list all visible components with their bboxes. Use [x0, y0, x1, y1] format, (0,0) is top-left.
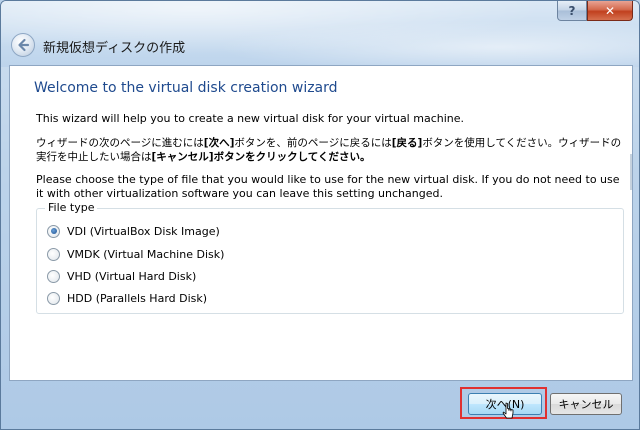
radio-vhd-label: VHD (Virtual Hard Disk) [67, 269, 197, 283]
help-button[interactable]: ? [557, 1, 587, 21]
title-bar [1, 1, 639, 67]
scrollbar-edge [630, 154, 632, 190]
radio-hdd-label: HDD (Parallels Hard Disk) [67, 291, 208, 305]
mouse-cursor-icon [502, 402, 514, 419]
radio-vhd-indicator[interactable] [47, 269, 60, 283]
radio-vhd[interactable]: VHD (Virtual Hard Disk) [47, 268, 196, 284]
radio-vdi-label: VDI (VirtualBox Disk Image) [67, 224, 220, 238]
back-button[interactable] [11, 33, 35, 57]
close-button[interactable]: ✕ [587, 1, 633, 21]
page-heading: Welcome to the virtual disk creation wiz… [34, 80, 338, 96]
radio-vmdk[interactable]: VMDK (Virtual Machine Disk) [47, 246, 224, 262]
file-type-group: File type VDI (VirtualBox Disk Image) VM… [36, 201, 624, 314]
radio-vdi[interactable]: VDI (VirtualBox Disk Image) [47, 223, 220, 239]
back-arrow-icon [18, 38, 30, 52]
window-title: 新規仮想ディスクの作成 [43, 41, 186, 56]
radio-hdd[interactable]: HDD (Parallels Hard Disk) [47, 290, 207, 306]
wizard-window: ? ✕ 新規仮想ディスクの作成 Welcome to the virtual d… [0, 0, 640, 430]
cancel-button[interactable]: キャンセル [550, 393, 622, 415]
intro-text: This wizard will help you to create a ne… [36, 112, 465, 125]
wizard-page: Welcome to the virtual disk creation wiz… [9, 65, 633, 381]
radio-hdd-indicator[interactable] [47, 291, 60, 305]
radio-vmdk-label: VMDK (Virtual Machine Disk) [67, 247, 225, 261]
choose-type-text: Please choose the type of file that you … [36, 173, 620, 200]
radio-vmdk-indicator[interactable] [47, 247, 60, 261]
instructions-text: ウィザードの次のページに進むには[次へ]ボタンを、前のページに戻るには[戻る]ボ… [36, 137, 622, 163]
file-type-group-label: File type [45, 201, 98, 214]
radio-vdi-indicator[interactable] [47, 224, 60, 238]
